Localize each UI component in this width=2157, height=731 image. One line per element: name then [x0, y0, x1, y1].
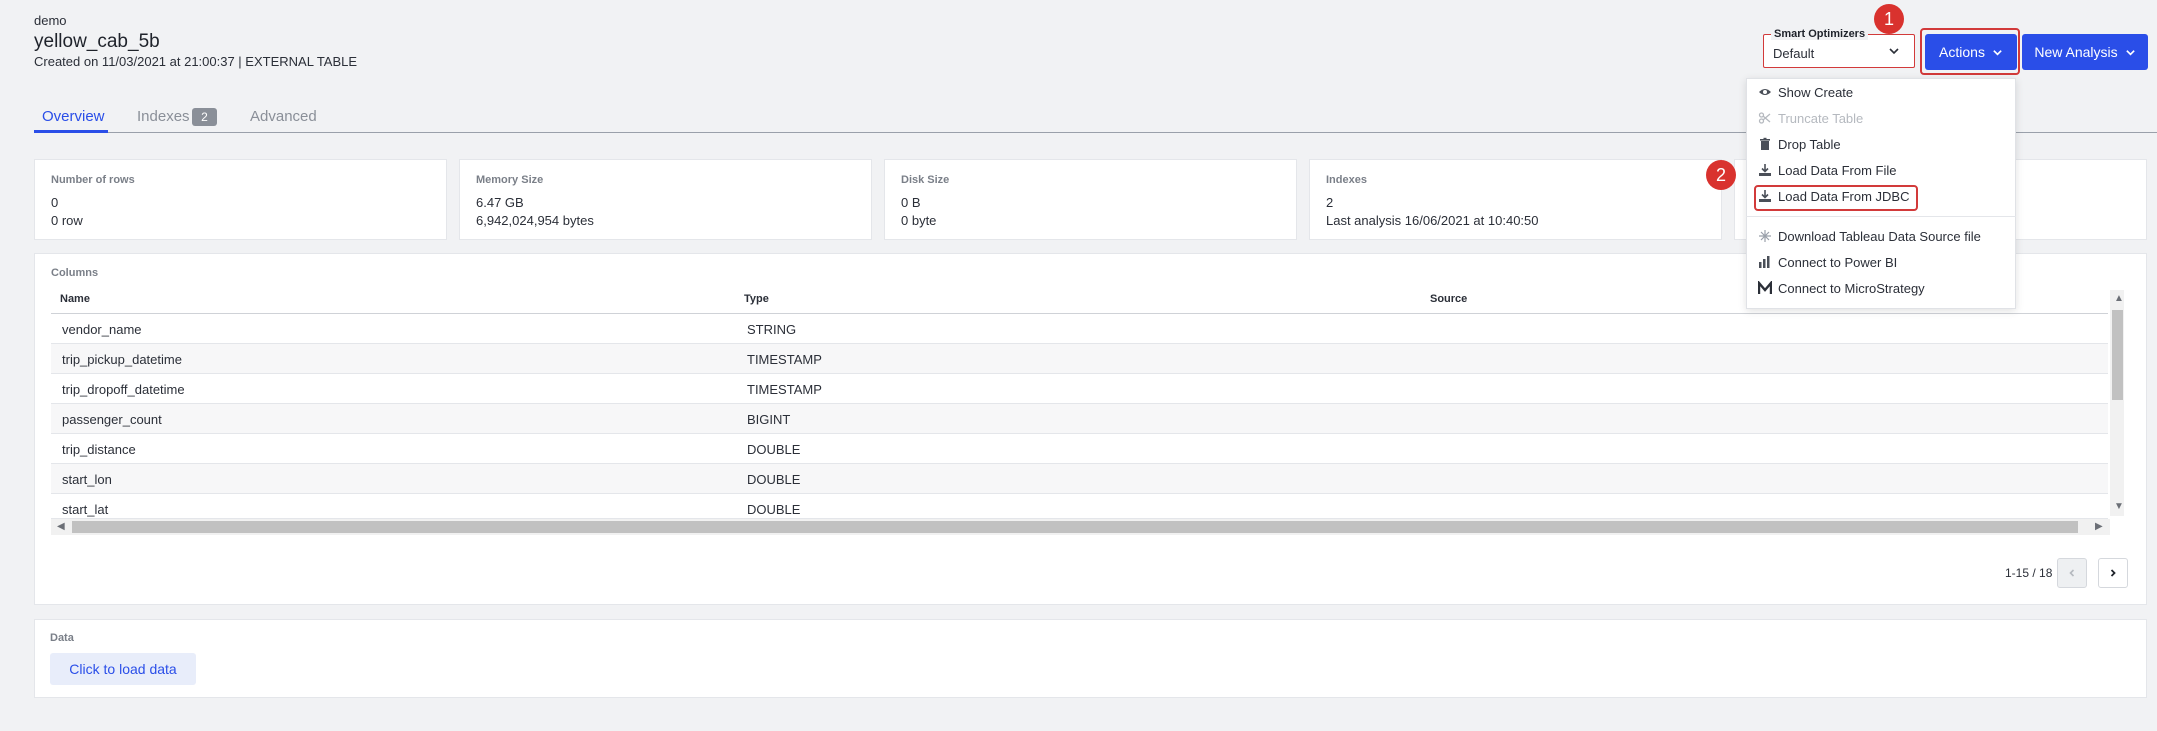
tab-indexes[interactable]: Indexes [137, 108, 190, 125]
column-header-name[interactable]: Name [60, 293, 90, 305]
cell-name: start_lon [62, 472, 112, 487]
menu-item-label: Connect to Power BI [1778, 254, 1898, 270]
pagination-info: 1-15 / 18 [2005, 566, 2053, 580]
cell-name: passenger_count [62, 412, 162, 427]
download-icon [1759, 190, 1771, 202]
cell-type: STRING [747, 322, 797, 337]
stat-card-rows: Number of rows 0 0 row [34, 159, 447, 240]
chevron-down-icon [1889, 48, 1899, 55]
cell-name: vendor_name [62, 322, 142, 337]
menu-item-label: Connect to MicroStrategy [1778, 280, 1925, 296]
cell-name: trip_distance [62, 442, 136, 457]
table-row[interactable]: start_lon DOUBLE [51, 464, 2108, 494]
menu-item-load-data-from-file[interactable]: Load Data From File [1758, 160, 1897, 180]
new-analysis-label: New Analysis [2034, 44, 2118, 60]
table-row[interactable]: trip_distance DOUBLE [51, 434, 2108, 464]
scroll-down-icon[interactable]: ▼ [2114, 501, 2124, 512]
data-card [34, 619, 2147, 698]
column-header-source[interactable]: Source [1430, 293, 1467, 305]
smart-optimizers-label: Smart Optimizers [1771, 28, 1869, 40]
eye-icon [1759, 89, 1771, 95]
stat-detail: 0 row [51, 213, 83, 228]
cell-name: start_lat [62, 502, 109, 517]
cell-type: BIGINT [747, 412, 791, 427]
cell-type: TIMESTAMP [747, 382, 822, 397]
menu-item-connect-power-bi[interactable]: Connect to Power BI [1758, 252, 1897, 272]
cell-type: DOUBLE [747, 472, 801, 487]
download-icon [1759, 164, 1771, 176]
tableau-icon [1759, 230, 1771, 242]
stat-value: 2 [1326, 195, 1334, 210]
smart-optimizers-value: Default [1773, 46, 1815, 61]
actions-button[interactable]: Actions [1925, 34, 2017, 70]
columns-title: Columns [51, 267, 99, 279]
pagination-next-button[interactable] [2098, 558, 2128, 588]
menu-item-label: Load Data From JDBC [1778, 188, 1910, 204]
cell-name: trip_pickup_datetime [62, 352, 182, 367]
tab-overview[interactable]: Overview [42, 108, 105, 125]
chevron-left-icon [2069, 569, 2075, 577]
data-title: Data [50, 632, 74, 644]
chevron-down-icon [1993, 49, 2002, 56]
stat-card-disk: Disk Size 0 B 0 byte [884, 159, 1297, 240]
stat-card-indexes: Indexes 2 Last analysis 16/06/2021 at 10… [1309, 159, 1722, 240]
table-row[interactable]: trip_dropoff_datetime TIMESTAMP [51, 374, 2108, 404]
menu-item-label: Truncate Table [1778, 110, 1864, 126]
menu-item-label: Load Data From File [1778, 162, 1897, 178]
table-row[interactable]: passenger_count BIGINT [51, 404, 2108, 434]
table-row[interactable]: trip_pickup_datetime TIMESTAMP [51, 344, 2108, 374]
chevron-down-icon [2125, 49, 2135, 56]
menu-item-label: Download Tableau Data Source file [1778, 228, 1981, 244]
horizontal-scrollbar-thumb[interactable] [72, 521, 2078, 533]
page-title: yellow_cab_5b [34, 31, 160, 52]
stat-card-memory: Memory Size 6.47 GB 6,942,024,954 bytes [459, 159, 872, 240]
stat-detail: Last analysis 16/06/2021 at 10:40:50 [1326, 213, 1539, 228]
tab-indexes-count-badge: 2 [192, 108, 217, 126]
breadcrumb[interactable]: demo [34, 13, 67, 28]
scroll-left-icon[interactable]: ◀ [57, 521, 65, 532]
tab-active-indicator [34, 130, 108, 133]
stat-label: Memory Size [476, 174, 544, 186]
menu-item-label: Show Create [1778, 84, 1854, 100]
new-analysis-button[interactable]: New Analysis [2022, 34, 2148, 70]
cell-type: TIMESTAMP [747, 352, 822, 367]
menu-item-truncate-table[interactable]: Truncate Table [1758, 108, 1863, 128]
stat-label: Number of rows [51, 174, 135, 186]
stat-detail: 6,942,024,954 bytes [476, 213, 594, 228]
scroll-right-icon[interactable]: ▶ [2095, 521, 2103, 532]
table-row[interactable]: start_lat DOUBLE [51, 494, 2108, 519]
step-badge-1: 1 [1874, 4, 1904, 34]
actions-label: Actions [1939, 44, 1985, 60]
table-row[interactable]: vendor_name STRING [51, 314, 2108, 344]
stat-value: 6.47 GB [476, 195, 524, 210]
stat-detail: 0 byte [901, 213, 937, 228]
menu-item-download-tableau[interactable]: Download Tableau Data Source file [1758, 226, 1981, 246]
menu-separator [1746, 216, 2016, 217]
stat-label: Indexes [1326, 174, 1367, 186]
step-badge-2: 2 [1706, 160, 1736, 190]
scissors-icon [1758, 112, 1771, 124]
menu-item-show-create[interactable]: Show Create [1758, 82, 1853, 102]
tab-advanced[interactable]: Advanced [250, 108, 317, 125]
menu-item-load-data-from-jdbc[interactable]: Load Data From JDBC [1758, 186, 1910, 206]
stat-value: 0 B [901, 195, 921, 210]
menu-item-drop-table[interactable]: Drop Table [1758, 134, 1841, 154]
menu-item-label: Drop Table [1778, 136, 1841, 152]
trash-icon [1760, 137, 1770, 150]
pagination-prev-button[interactable] [2057, 558, 2087, 588]
column-header-type[interactable]: Type [744, 293, 769, 305]
scroll-up-icon[interactable]: ▲ [2114, 293, 2124, 304]
microstrategy-icon [1758, 281, 1772, 294]
vertical-scrollbar-thumb[interactable] [2112, 310, 2123, 400]
powerbi-icon [1759, 256, 1770, 268]
cell-type: DOUBLE [747, 442, 801, 457]
cell-name: trip_dropoff_datetime [62, 382, 185, 397]
load-data-button[interactable]: Click to load data [50, 653, 196, 685]
cell-type: DOUBLE [747, 502, 801, 517]
page-subtitle: Created on 11/03/2021 at 21:00:37 | EXTE… [34, 54, 358, 69]
stat-value: 0 [51, 195, 59, 210]
stat-label: Disk Size [901, 174, 950, 186]
chevron-right-icon [2110, 569, 2116, 577]
menu-item-connect-microstrategy[interactable]: Connect to MicroStrategy [1758, 278, 1925, 298]
